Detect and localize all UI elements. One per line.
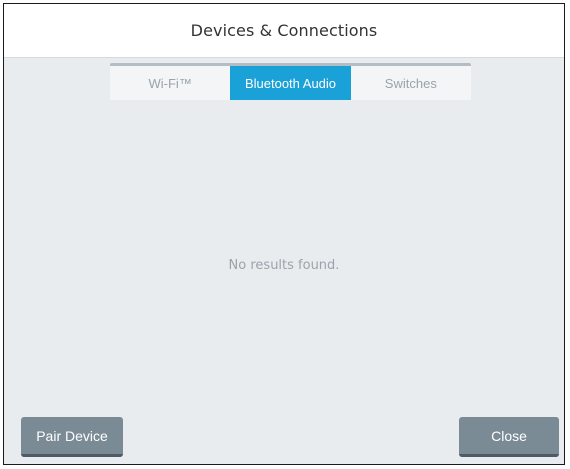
empty-results-message: No results found.	[228, 258, 340, 273]
tab-switches[interactable]: Switches	[351, 66, 471, 100]
dialog-header: Devices & Connections	[4, 4, 564, 58]
close-button[interactable]: Close	[459, 417, 559, 457]
devices-connections-dialog: Devices & Connections Wi-Fi™ Bluetooth A…	[3, 3, 565, 465]
dialog-title: Devices & Connections	[190, 21, 378, 40]
tab-wifi[interactable]: Wi-Fi™	[110, 66, 230, 100]
pair-device-button[interactable]: Pair Device	[21, 417, 123, 457]
connection-type-tabs: Wi-Fi™ Bluetooth Audio Switches	[110, 63, 471, 100]
tab-bluetooth-audio[interactable]: Bluetooth Audio	[230, 66, 351, 100]
